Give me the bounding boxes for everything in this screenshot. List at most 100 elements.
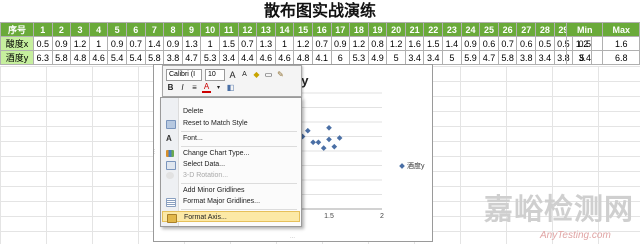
index-cell[interactable]: 16	[311, 22, 332, 37]
table-cell[interactable]: 5.8	[497, 50, 518, 65]
italic-button[interactable]: I	[178, 83, 187, 93]
shrink-font-button[interactable]: A	[240, 70, 249, 80]
index-cell[interactable]: 20	[386, 22, 406, 37]
table-cell[interactable]: 4.6	[274, 50, 295, 65]
table-cell[interactable]: 0.7	[311, 36, 332, 51]
table-cell[interactable]: 1	[274, 36, 295, 51]
format-painter-icon[interactable]: ✎	[276, 70, 285, 80]
index-cell[interactable]: 23	[442, 22, 462, 37]
index-cell[interactable]: 25	[479, 22, 499, 37]
menu-item-font[interactable]: A Font...	[162, 133, 300, 144]
index-cell[interactable]: 13	[256, 22, 276, 37]
index-cell[interactable]: 10	[200, 22, 220, 37]
index-cell[interactable]: 21	[404, 22, 425, 37]
table-cell[interactable]: 1.2	[386, 36, 406, 51]
table-cell[interactable]: 0.7	[125, 36, 146, 51]
table-cell[interactable]: 5.8	[144, 50, 165, 65]
table-cell[interactable]: 4.6	[88, 50, 109, 65]
index-cell[interactable]: 15	[293, 22, 313, 37]
dropdown-arrow-icon[interactable]: ▾	[214, 83, 223, 93]
table-cell[interactable]: 0.9	[460, 36, 481, 51]
fill-color-icon[interactable]: ◆	[252, 70, 261, 80]
menu-item-reset-style[interactable]: Reset to Match Style	[162, 118, 300, 129]
index-cell[interactable]: 9	[181, 22, 202, 37]
max-header[interactable]: Max	[602, 22, 640, 37]
table-cell[interactable]: 1.3	[181, 36, 202, 51]
table-cell[interactable]: 0.7	[497, 36, 518, 51]
table-cell[interactable]: 4.4	[237, 50, 258, 65]
table-cell[interactable]: 3.4	[423, 50, 444, 65]
table-cell[interactable]: 0.6	[516, 36, 537, 51]
shape-fill-icon[interactable]: ◧	[226, 83, 235, 93]
index-cell[interactable]: 24	[460, 22, 481, 37]
index-cell[interactable]: 14	[274, 22, 295, 37]
font-color-button[interactable]: A	[202, 83, 211, 93]
outline-icon[interactable]: ▭	[264, 70, 273, 80]
index-cell[interactable]: 17	[330, 22, 351, 37]
table-cell[interactable]: 0.5	[33, 36, 53, 51]
index-cell[interactable]: 28	[535, 22, 555, 37]
data-point[interactable]	[320, 145, 327, 151]
table-cell[interactable]: 4.6	[256, 50, 276, 65]
menu-item-add-minor-gridlines[interactable]: Add Minor Gridlines	[162, 185, 300, 196]
table-cell[interactable]: 1.2	[349, 36, 369, 51]
table-cell[interactable]: 1	[200, 36, 220, 51]
resize-handle-bottom[interactable]: ⋯	[290, 235, 295, 241]
table-cell[interactable]: 3.4	[404, 50, 425, 65]
index-cell[interactable]: 5	[107, 22, 127, 37]
align-button[interactable]: ≡	[190, 83, 199, 93]
table-cell[interactable]: 3.8	[163, 50, 183, 65]
table-cell[interactable]: 0.9	[51, 36, 72, 51]
data-point[interactable]	[326, 124, 332, 131]
table-cell[interactable]: 1.4	[144, 36, 165, 51]
data-point[interactable]	[331, 143, 338, 150]
min-header[interactable]: Min	[565, 22, 604, 37]
max-x[interactable]: 1.6	[602, 36, 640, 51]
data-point[interactable]	[336, 135, 343, 141]
data-point[interactable]	[310, 139, 316, 146]
table-cell[interactable]: 5.4	[107, 50, 127, 65]
table-cell[interactable]: 1.3	[256, 36, 276, 51]
table-cell[interactable]: 1	[88, 36, 109, 51]
bold-button[interactable]: B	[166, 83, 175, 93]
menu-item-change-chart-type[interactable]: Change Chart Type...	[162, 148, 300, 159]
index-cell[interactable]: 11	[218, 22, 239, 37]
index-cell[interactable]: 18	[349, 22, 369, 37]
table-cell[interactable]: 0.6	[479, 36, 499, 51]
index-cell[interactable]: 4	[88, 22, 109, 37]
table-cell[interactable]: 0.9	[330, 36, 351, 51]
table-cell[interactable]: 5	[386, 50, 406, 65]
min-x[interactable]: 0.5	[565, 36, 604, 51]
index-cell[interactable]: 22	[423, 22, 444, 37]
table-cell[interactable]: 5.8	[51, 50, 72, 65]
max-y[interactable]: 6.8	[602, 50, 640, 65]
table-cell[interactable]: 0.8	[367, 36, 388, 51]
table-cell[interactable]: 1.2	[293, 36, 313, 51]
index-cell[interactable]: 19	[367, 22, 388, 37]
table-cell[interactable]: 4.9	[367, 50, 388, 65]
index-cell[interactable]: 1	[33, 22, 53, 37]
menu-item-format-major-gridlines[interactable]: Format Major Gridlines...	[162, 196, 300, 207]
resize-handle-left[interactable]: ⋮	[152, 149, 157, 155]
data-point[interactable]	[315, 139, 322, 146]
index-cell[interactable]: 7	[144, 22, 165, 37]
table-cell[interactable]: 1.5	[218, 36, 239, 51]
table-cell[interactable]: 4.7	[181, 50, 202, 65]
font-name-select[interactable]: Calibri (I	[166, 69, 202, 81]
row-label[interactable]: 酒度y	[0, 50, 34, 65]
min-y[interactable]: 3.4	[565, 50, 604, 65]
data-point[interactable]	[326, 136, 332, 143]
table-cell[interactable]: 4.8	[293, 50, 313, 65]
table-cell[interactable]: 6.3	[33, 50, 53, 65]
chart-legend[interactable]: 酒度y	[399, 161, 425, 171]
row-label[interactable]: 酸度x	[0, 36, 34, 51]
table-cell[interactable]: 0.5	[535, 36, 555, 51]
index-cell[interactable]: 12	[237, 22, 258, 37]
table-cell[interactable]: 5.3	[349, 50, 369, 65]
menu-item-select-data[interactable]: Select Data...	[162, 159, 300, 170]
table-cell[interactable]: 5.4	[125, 50, 146, 65]
index-cell[interactable]: 8	[163, 22, 183, 37]
index-cell[interactable]: 3	[70, 22, 90, 37]
table-cell[interactable]: 1.6	[404, 36, 425, 51]
menu-item-delete[interactable]: Delete	[162, 106, 300, 117]
